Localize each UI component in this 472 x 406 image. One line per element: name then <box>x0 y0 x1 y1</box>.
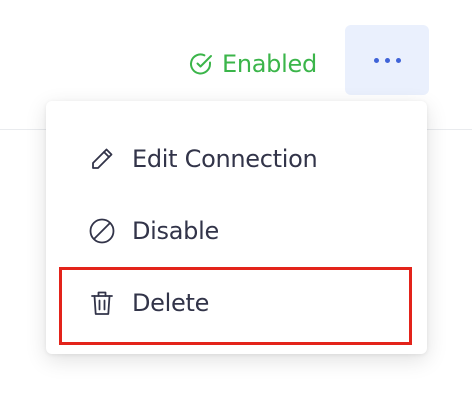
menu-item-label: Disable <box>132 217 219 245</box>
check-circle-icon <box>188 51 214 77</box>
menu-item-edit-connection[interactable]: Edit Connection <box>46 124 427 194</box>
ban-icon <box>87 216 117 246</box>
more-options-button[interactable] <box>345 25 429 95</box>
menu-item-label: Delete <box>132 289 210 317</box>
menu-item-label: Edit Connection <box>132 145 318 173</box>
more-horizontal-icon <box>373 57 401 63</box>
status-badge: Enabled <box>188 49 317 79</box>
menu-item-delete[interactable]: Delete <box>46 268 427 338</box>
trash-icon <box>87 288 117 318</box>
dropdown-menu: Edit Connection Disable Delete <box>46 101 427 354</box>
pencil-icon <box>87 144 117 174</box>
menu-item-disable[interactable]: Disable <box>46 196 427 266</box>
status-label: Enabled <box>222 50 317 78</box>
